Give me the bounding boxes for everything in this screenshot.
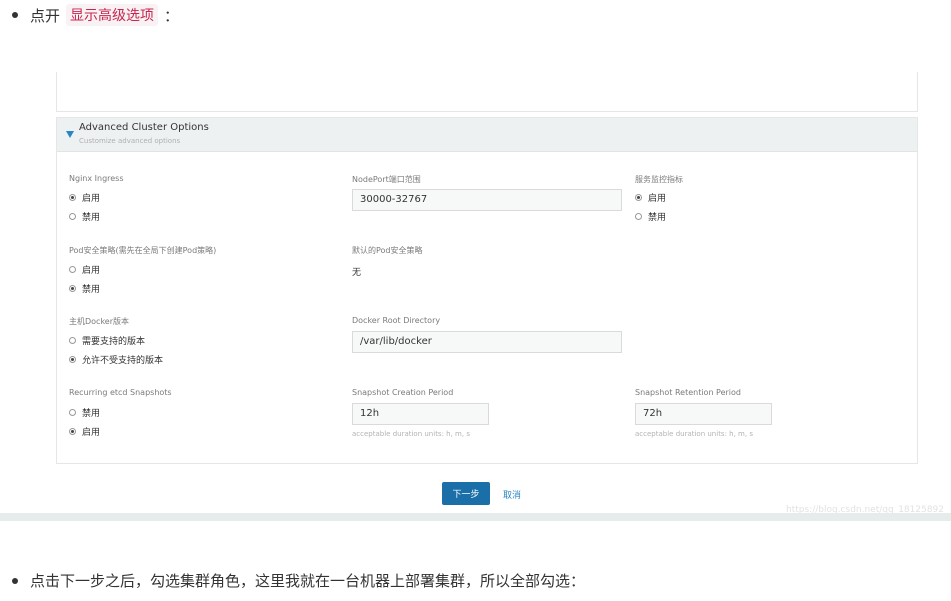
next-button[interactable]: 下一步 bbox=[442, 482, 490, 505]
intro-highlight: 显示高级选项 bbox=[66, 4, 159, 26]
radio-icon[interactable] bbox=[69, 337, 76, 344]
etcd-snapshots-label: Recurring etcd Snapshots bbox=[69, 388, 172, 397]
bullet-dot bbox=[12, 12, 18, 18]
monitoring-enable-radio[interactable]: 启用 bbox=[635, 191, 666, 204]
snapshot-creation-label: Snapshot Creation Period bbox=[352, 388, 454, 397]
docker-root-label: Docker Root Directory bbox=[352, 316, 441, 325]
screenshot-bottom-border bbox=[0, 513, 951, 521]
intro-text: 点开 bbox=[30, 6, 61, 25]
nginx-disable-radio[interactable]: 禁用 bbox=[69, 210, 100, 223]
snapshot-retention-hint: acceptable duration units: h, m, s bbox=[635, 430, 753, 438]
outro-line: 点击下一步之后，勾选集群角色，这里我就在一台机器上部署集群，所以全部勾选： bbox=[12, 570, 585, 591]
previous-section-box bbox=[56, 72, 918, 112]
nodeport-range-input[interactable]: 30000-32767 bbox=[352, 189, 622, 211]
radio-icon[interactable] bbox=[69, 285, 76, 292]
docker-required-version-radio[interactable]: 需要支持的版本 bbox=[69, 334, 145, 347]
pod-security-enable-radio[interactable]: 启用 bbox=[69, 263, 100, 276]
collapse-triangle-icon[interactable] bbox=[66, 131, 74, 138]
panel-title: Advanced Cluster Options bbox=[79, 122, 209, 133]
radio-icon[interactable] bbox=[69, 428, 76, 435]
intro-suffix: ： bbox=[164, 6, 180, 25]
pod-security-disable-radio[interactable]: 禁用 bbox=[69, 282, 100, 295]
bullet-dot bbox=[12, 577, 18, 584]
monitoring-label: 服务监控指标 bbox=[635, 175, 683, 184]
advanced-options-panel: Advanced Cluster Options Customize advan… bbox=[56, 117, 918, 464]
radio-icon[interactable] bbox=[69, 266, 76, 273]
intro-line: 点开 显示高级选项 ： bbox=[12, 4, 179, 26]
snapshot-retention-label: Snapshot Retention Period bbox=[635, 388, 742, 397]
default-pod-policy-value: 无 bbox=[352, 268, 362, 278]
panel-subtitle: Customize advanced options bbox=[79, 137, 181, 145]
radio-icon[interactable] bbox=[635, 213, 642, 220]
radio-icon[interactable] bbox=[69, 409, 76, 416]
nginx-enable-radio[interactable]: 启用 bbox=[69, 191, 100, 204]
radio-label: 需要支持的版本 bbox=[82, 337, 146, 347]
etcd-snapshots-enable-radio[interactable]: 启用 bbox=[69, 425, 100, 438]
radio-label: 禁用 bbox=[82, 409, 101, 419]
docker-root-input[interactable]: /var/lib/docker bbox=[352, 331, 622, 353]
cancel-link[interactable]: 取消 bbox=[503, 488, 521, 501]
radio-label: 禁用 bbox=[648, 213, 667, 223]
radio-label: 禁用 bbox=[82, 285, 101, 295]
radio-label: 启用 bbox=[82, 194, 101, 204]
radio-icon[interactable] bbox=[69, 356, 76, 363]
nginx-ingress-label: Nginx Ingress bbox=[69, 174, 124, 183]
pod-security-label: Pod安全策略(需先在全局下创建Pod策略) bbox=[69, 246, 217, 255]
radio-icon[interactable] bbox=[69, 213, 76, 220]
snapshot-creation-hint: acceptable duration units: h, m, s bbox=[352, 430, 470, 438]
etcd-snapshots-disable-radio[interactable]: 禁用 bbox=[69, 406, 100, 419]
nodeport-range-label: NodePort端口范围 bbox=[352, 175, 421, 184]
radio-label: 启用 bbox=[648, 194, 667, 204]
radio-label: 启用 bbox=[82, 428, 101, 438]
monitoring-disable-radio[interactable]: 禁用 bbox=[635, 210, 666, 223]
radio-label: 允许不受支持的版本 bbox=[82, 356, 164, 366]
outro-text: 点击下一步之后，勾选集群角色，这里我就在一台机器上部署集群，所以全部勾选： bbox=[30, 572, 586, 590]
embedded-screenshot: Advanced Cluster Options Customize advan… bbox=[0, 45, 951, 519]
radio-label: 禁用 bbox=[82, 213, 101, 223]
docker-version-label: 主机Docker版本 bbox=[69, 317, 130, 326]
radio-label: 启用 bbox=[82, 266, 101, 276]
radio-icon[interactable] bbox=[69, 194, 76, 201]
default-pod-policy-label: 默认的Pod安全策略 bbox=[352, 246, 423, 255]
snapshot-creation-input[interactable]: 12h bbox=[352, 403, 489, 425]
panel-header[interactable]: Advanced Cluster Options Customize advan… bbox=[57, 118, 917, 152]
radio-icon[interactable] bbox=[635, 194, 642, 201]
snapshot-retention-input[interactable]: 72h bbox=[635, 403, 772, 425]
docker-allow-unsupported-radio[interactable]: 允许不受支持的版本 bbox=[69, 353, 163, 366]
